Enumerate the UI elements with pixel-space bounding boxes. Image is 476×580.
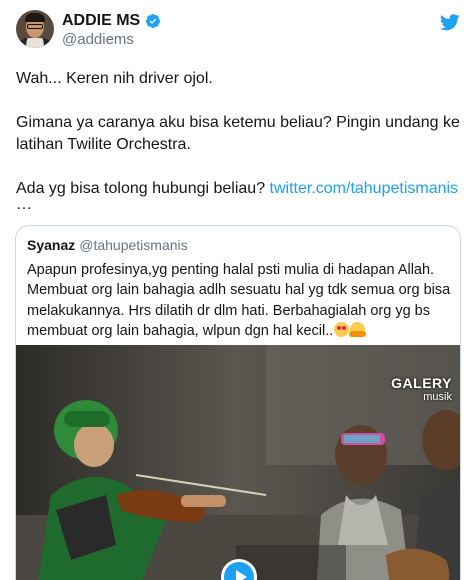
quoted-tweet-header: Syanaz @tahupetismanis: [27, 237, 188, 253]
tweet-text: Wah... Keren nih driver ojol. Gimana ya …: [16, 68, 462, 222]
verified-badge-icon: [146, 14, 161, 28]
tweet-line-3: Ada yg bisa tolong hubungi beliau? twitt…: [16, 178, 462, 200]
quoted-tweet-body: Apapun profesinya,yg penting halal psti …: [27, 262, 451, 340]
heart-eyes-emoji-icon: [334, 322, 350, 338]
quoted-author-handle: @tahupetismanis: [79, 237, 188, 253]
tweet-line-2: Gimana ya caranya aku bisa ketemu beliau…: [16, 114, 460, 153]
watermark-line-2: musik: [423, 391, 452, 403]
avatar[interactable]: [16, 10, 54, 48]
tweet-line-1: Wah... Keren nih driver ojol.: [16, 70, 213, 87]
hugging-face-emoji-icon: [349, 322, 367, 338]
author-names[interactable]: ADDIE MS @addiems: [62, 12, 161, 48]
video-thumbnail[interactable]: GALERY musik: [16, 345, 460, 580]
watermark-line-1: GALERY: [391, 375, 452, 391]
video-watermark: GALERY musik: [391, 375, 452, 403]
author-display-name-text[interactable]: ADDIE MS: [62, 12, 140, 30]
quoted-tweet-text: Apapun profesinya,yg penting halal psti …: [27, 260, 453, 342]
play-icon: [236, 570, 247, 580]
author-handle[interactable]: @addiems: [62, 31, 161, 48]
tweet-header: ADDIE MS @addiems: [16, 10, 460, 54]
tweet-line-3-text: Ada yg bisa tolong hubungi beliau?: [16, 180, 270, 197]
tweet-ellipsis: …: [16, 196, 32, 213]
author-display-name[interactable]: ADDIE MS: [62, 12, 161, 30]
quoted-author-name: Syanaz: [27, 237, 76, 253]
quoted-tweet-card[interactable]: Syanaz @tahupetismanis Apapun profesinya,…: [15, 225, 461, 580]
quoted-tweet-link[interactable]: twitter.com/tahupetismanis: [270, 180, 459, 197]
twitter-bird-icon[interactable]: [440, 14, 460, 31]
